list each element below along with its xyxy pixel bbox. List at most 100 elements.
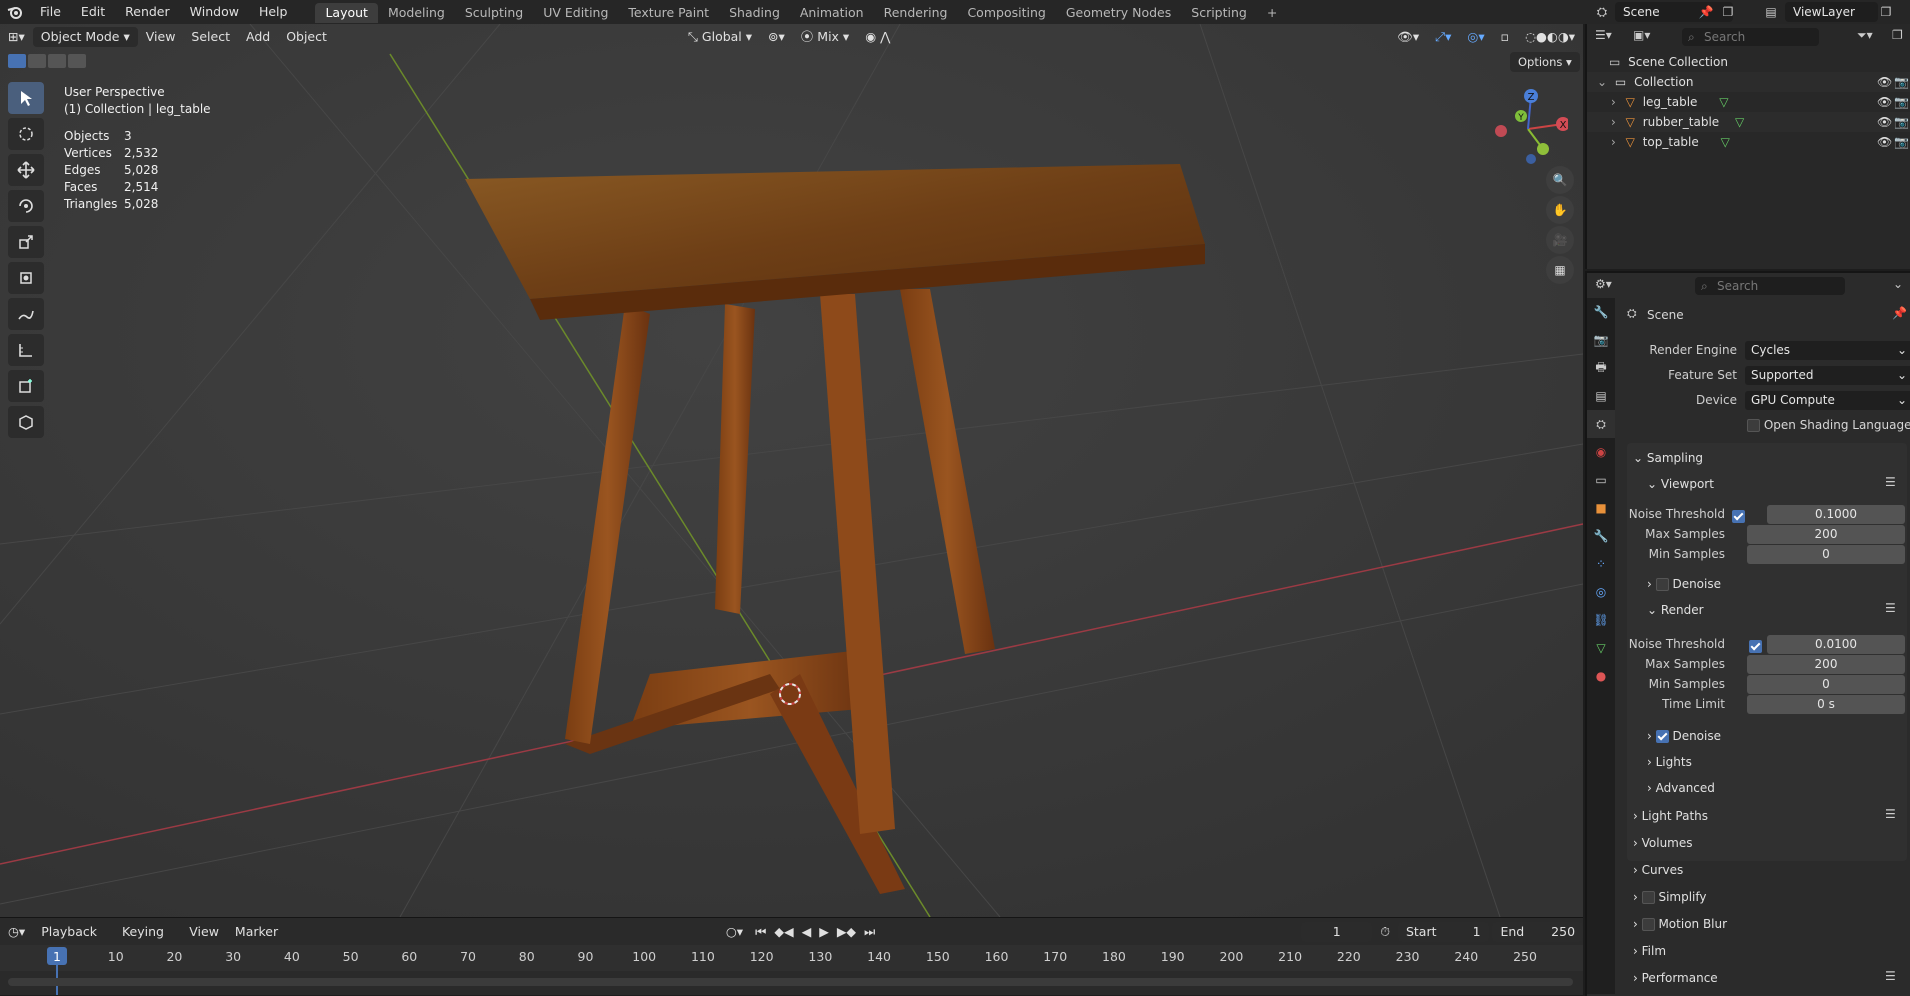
osl-checkbox-row[interactable]: Open Shading Language: [1747, 418, 1910, 432]
gizmo-toggle-icon[interactable]: ⤢▾: [1427, 27, 1459, 47]
playback-menu[interactable]: Playback ▾: [33, 922, 114, 959]
physics-tab-icon[interactable]: ◎: [1587, 578, 1615, 606]
properties-editor-icon[interactable]: ⚙▾: [1595, 277, 1612, 291]
camera-view-icon[interactable]: 🎥: [1546, 226, 1574, 254]
menu-render[interactable]: Render: [115, 0, 180, 24]
menu-help[interactable]: Help: [249, 0, 298, 24]
expand-chevron-icon[interactable]: ›: [1611, 95, 1616, 109]
xray-icon[interactable]: ▫: [1493, 27, 1517, 47]
eye-icon[interactable]: 👁: [1877, 132, 1892, 152]
options-dropdown[interactable]: Options ▾: [1510, 52, 1580, 72]
r-time-limit-field[interactable]: 0 s: [1747, 695, 1905, 714]
motion-blur-panel[interactable]: › Motion Blur: [1633, 917, 1727, 931]
device-dropdown[interactable]: GPU Compute ⌄: [1745, 391, 1910, 410]
view-layer-field[interactable]: ViewLayer: [1785, 2, 1878, 22]
scene-name-field[interactable]: Scene: [1615, 2, 1733, 22]
filter-icon[interactable]: ⏷▾: [1857, 28, 1873, 43]
motion-blur-checkbox[interactable]: [1641, 918, 1655, 931]
r-min-samples-field[interactable]: 0: [1747, 675, 1905, 694]
r-denoise-checkbox[interactable]: [1655, 730, 1669, 743]
menu-select[interactable]: Select: [183, 27, 238, 47]
timeline-editor-icon[interactable]: ◷▾: [0, 922, 33, 942]
eye-icon[interactable]: 👁: [1877, 92, 1892, 112]
data-tab-icon[interactable]: ▽: [1587, 634, 1615, 662]
display-mode-icon[interactable]: ▣▾: [1633, 28, 1650, 42]
pin-icon[interactable]: 📌: [1892, 306, 1907, 320]
chevron-down-icon[interactable]: ⌄: [1893, 277, 1903, 291]
material-tab-icon[interactable]: ●: [1587, 662, 1615, 690]
tab-uv-editing[interactable]: UV Editing: [533, 3, 618, 23]
tool-tab-icon[interactable]: 🔧: [1587, 298, 1615, 326]
modifier-tab-icon[interactable]: 🔧: [1587, 522, 1615, 550]
outliner-editor-icon[interactable]: ☰▾: [1595, 28, 1612, 42]
simplify-panel[interactable]: › Simplify: [1633, 890, 1707, 904]
new-view-layer-icon[interactable]: ❐: [1877, 3, 1895, 21]
scene-collection-row[interactable]: ▭ Scene Collection: [1587, 52, 1910, 72]
add-object-tool[interactable]: [8, 406, 44, 438]
light-paths-panel[interactable]: › Light Paths: [1633, 809, 1708, 823]
keying-menu[interactable]: Keying ▾: [114, 922, 181, 959]
collection-tab-icon[interactable]: ▭: [1587, 466, 1615, 494]
3d-viewport[interactable]: User Perspective (1) Collection | leg_ta…: [0, 24, 1583, 917]
ortho-grid-icon[interactable]: ▦: [1546, 256, 1574, 284]
eye-icon[interactable]: 👁: [1877, 72, 1892, 92]
film-panel[interactable]: › Film: [1633, 944, 1666, 958]
world-tab-icon[interactable]: ◉: [1587, 438, 1615, 466]
vp-max-samples-field[interactable]: 200: [1747, 525, 1905, 544]
pin-icon[interactable]: 📌: [1697, 3, 1715, 21]
stopwatch-icon[interactable]: ⏱: [1372, 922, 1398, 942]
select-mode-buttons[interactable]: [8, 54, 104, 70]
list-icon[interactable]: ☰: [1885, 475, 1896, 489]
menu-object[interactable]: Object: [278, 27, 335, 47]
jump-end-icon[interactable]: ⏭: [860, 922, 879, 942]
tab-layout[interactable]: Layout: [315, 3, 378, 23]
tab-scripting[interactable]: Scripting: [1181, 3, 1257, 23]
list-icon[interactable]: ☰: [1885, 807, 1896, 821]
viewport-subpanel-header[interactable]: ⌄ Viewport: [1647, 477, 1714, 491]
tab-compositing[interactable]: Compositing: [957, 3, 1055, 23]
render-engine-dropdown[interactable]: Cycles ⌄: [1745, 341, 1910, 360]
timeline-scrollbar[interactable]: [8, 978, 1573, 986]
overlays-icon[interactable]: ◎▾: [1459, 27, 1492, 47]
new-collection-icon[interactable]: ❐: [1892, 28, 1903, 42]
expand-chevron-icon[interactable]: ›: [1611, 135, 1616, 149]
pan-hand-icon[interactable]: ✋: [1546, 196, 1574, 224]
vp-noise-threshold-field[interactable]: 0.1000: [1767, 505, 1905, 524]
list-icon[interactable]: ☰: [1885, 969, 1896, 983]
expand-chevron-icon[interactable]: ›: [1611, 115, 1616, 129]
jump-start-icon[interactable]: ⏮: [751, 922, 770, 942]
play-reverse-icon[interactable]: ◀: [798, 922, 816, 942]
tab-geometry-nodes[interactable]: Geometry Nodes: [1056, 3, 1181, 23]
pivot-point-icon[interactable]: ⊚▾: [760, 27, 793, 47]
menu-edit[interactable]: Edit: [71, 0, 115, 24]
render-camera-icon[interactable]: 📷: [1894, 112, 1909, 132]
r-denoise-subpanel[interactable]: › Denoise: [1647, 729, 1721, 743]
menu-view[interactable]: View: [138, 27, 184, 47]
scene-tab-icon[interactable]: ⛭: [1587, 410, 1615, 438]
marker-menu[interactable]: Marker: [227, 922, 286, 942]
expand-chevron-icon[interactable]: ⌄: [1597, 75, 1607, 89]
transform-tool[interactable]: [8, 262, 44, 294]
new-scene-icon[interactable]: ❐: [1719, 3, 1737, 21]
zoom-icon[interactable]: 🔍: [1546, 166, 1574, 194]
render-camera-icon[interactable]: 📷: [1894, 92, 1909, 112]
cursor-tool[interactable]: [8, 118, 44, 150]
mesh-data-icon[interactable]: ▽: [1721, 135, 1730, 149]
performance-panel[interactable]: › Performance: [1633, 971, 1718, 985]
scale-tool[interactable]: [8, 226, 44, 258]
menu-window[interactable]: Window: [180, 0, 249, 24]
start-frame-field[interactable]: Start 1: [1397, 922, 1489, 942]
outliner-object-rubber-table[interactable]: › ▽ rubber_table ▽ 👁 📷: [1587, 112, 1910, 132]
menu-file[interactable]: File: [30, 0, 71, 24]
add-workspace-button[interactable]: +: [1257, 3, 1287, 23]
vp-noise-threshold-checkbox[interactable]: [1732, 510, 1745, 523]
rotate-tool[interactable]: [8, 190, 44, 222]
annotate-tool[interactable]: [8, 298, 44, 330]
visibility-icon[interactable]: 👁▾: [1389, 27, 1427, 47]
blender-logo-icon[interactable]: [0, 0, 30, 24]
sampling-header[interactable]: ⌄ Sampling: [1633, 451, 1703, 465]
navigation-gizmo[interactable]: X Z Y: [1488, 84, 1568, 164]
vp-denoise-checkbox[interactable]: [1655, 578, 1669, 591]
tab-shading[interactable]: Shading: [719, 3, 790, 23]
collection-row[interactable]: ⌄ ▭ Collection 👁 📷: [1587, 72, 1910, 92]
